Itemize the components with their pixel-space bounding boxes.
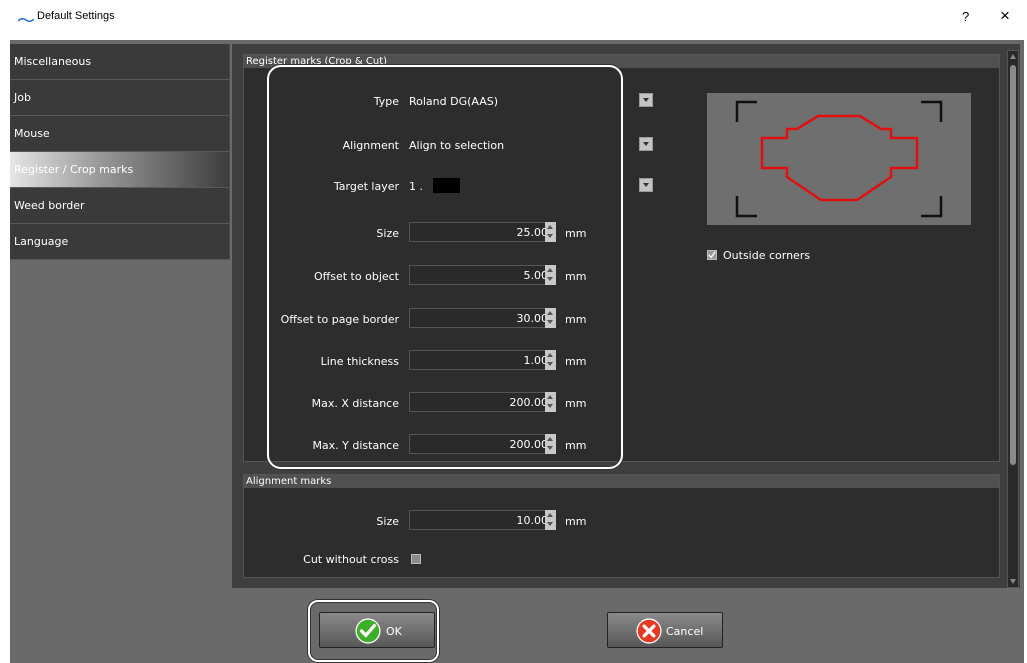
corner-mark-top-right: [921, 100, 943, 122]
alignment-size-input[interactable]: 10.00: [409, 510, 552, 530]
sidebar-item-label: Weed border: [14, 199, 85, 212]
sidebar-item-label: Register / Crop marks: [14, 163, 134, 176]
corner-mark-bottom-left: [735, 196, 757, 218]
settings-sidebar: Miscellaneous Job Mouse Register / Crop …: [10, 44, 230, 260]
settings-dialog: Miscellaneous Job Mouse Register / Crop …: [10, 40, 1024, 663]
scroll-down-arrow-icon[interactable]: [1010, 579, 1016, 584]
ok-button[interactable]: OK: [319, 612, 435, 648]
crop-marks-preview: [707, 93, 971, 225]
sidebar-item-miscellaneous[interactable]: Miscellaneous: [10, 44, 230, 80]
alignment-size-label: Size: [376, 515, 399, 528]
section-header: Alignment marks: [244, 475, 999, 488]
alignment-marks-section: Alignment marks Size 10.00 mm Cut withou…: [243, 474, 1000, 578]
sidebar-item-job[interactable]: Job: [10, 80, 230, 116]
cut-without-cross-label: Cut without cross: [303, 553, 399, 566]
cancel-button-label: Cancel: [666, 625, 704, 638]
target-layer-dropdown-button[interactable]: [639, 178, 653, 192]
corner-mark-top-left: [735, 100, 757, 122]
app-logo-icon: [18, 17, 34, 23]
type-dropdown-button[interactable]: [639, 93, 653, 107]
cut-without-cross-checkbox[interactable]: [411, 554, 421, 564]
alignment-size-value: 10.00: [516, 514, 549, 527]
settings-content: Register marks (Crop & Cut) Type Roland …: [232, 44, 1020, 588]
outside-corners-label: Outside corners: [723, 249, 811, 262]
scroll-up-arrow-icon[interactable]: [1010, 54, 1016, 59]
sidebar-item-weed-border[interactable]: Weed border: [10, 188, 230, 224]
ok-button-label: OK: [386, 625, 402, 638]
checkmark-icon: [708, 251, 716, 259]
alignment-dropdown-button[interactable]: [639, 137, 653, 151]
cancel-button[interactable]: Cancel: [607, 612, 723, 648]
sidebar-item-label: Mouse: [14, 127, 50, 140]
highlight-register-fields: [267, 65, 623, 469]
window-title: Default Settings: [37, 10, 115, 22]
close-button[interactable]: ×: [1000, 6, 1010, 26]
title-bar: Default Settings ? ×: [0, 0, 1027, 40]
sidebar-item-label: Miscellaneous: [14, 55, 92, 68]
ok-check-icon: [355, 618, 381, 644]
preview-shape: [760, 114, 919, 202]
outside-corners-checkbox[interactable]: [707, 250, 717, 260]
content-scrollbar[interactable]: [1007, 50, 1019, 588]
alignment-size-unit: mm: [565, 515, 587, 528]
alignment-size-spinner[interactable]: [545, 510, 556, 530]
help-button[interactable]: ?: [962, 9, 969, 24]
scroll-thumb[interactable]: [1010, 65, 1016, 465]
sidebar-item-label: Job: [14, 91, 31, 104]
sidebar-item-mouse[interactable]: Mouse: [10, 116, 230, 152]
corner-mark-bottom-right: [921, 196, 943, 218]
sidebar-item-register-crop-marks[interactable]: Register / Crop marks: [10, 152, 230, 188]
sidebar-item-language[interactable]: Language: [10, 224, 230, 260]
sidebar-item-label: Language: [14, 235, 69, 248]
cancel-x-icon: [636, 618, 662, 644]
